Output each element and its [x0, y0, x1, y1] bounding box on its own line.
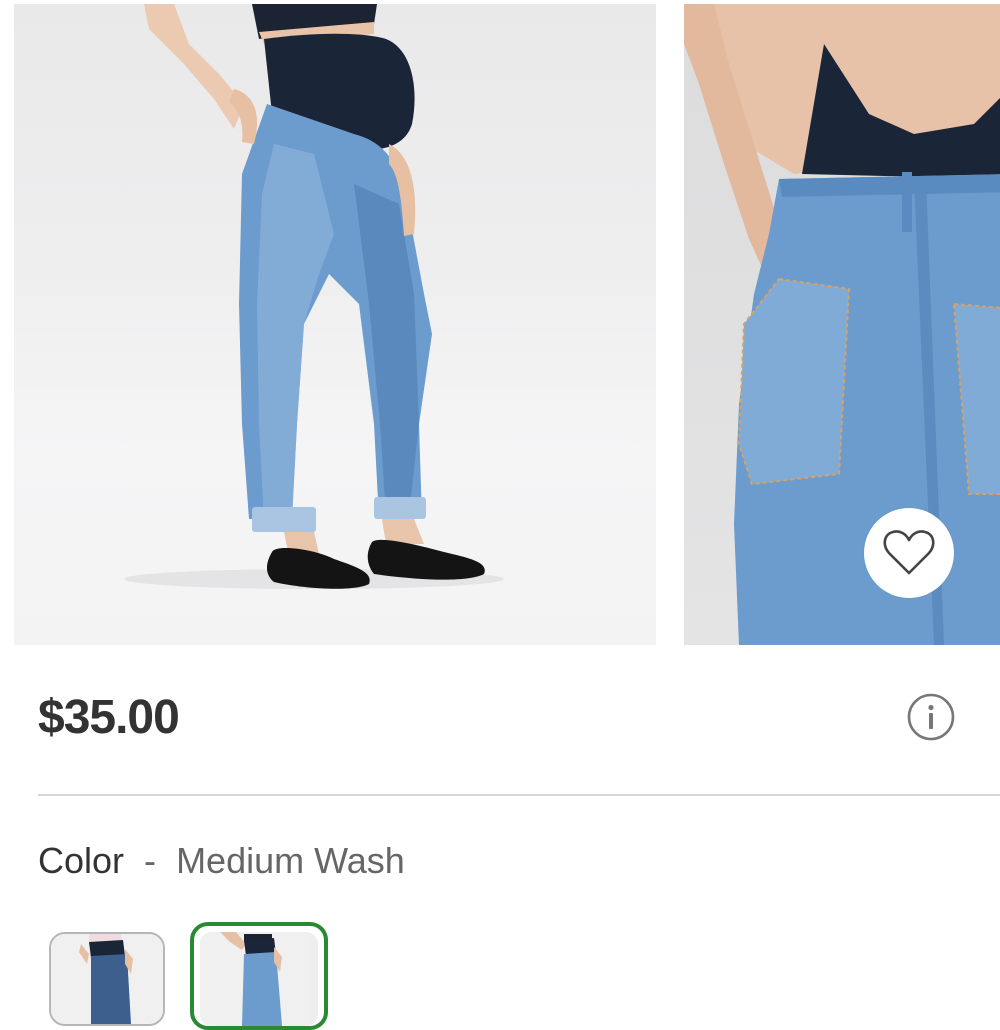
section-divider	[38, 794, 1000, 796]
info-icon	[907, 693, 955, 741]
price-info-button[interactable]	[907, 693, 955, 741]
product-image-carousel[interactable]	[0, 0, 1000, 646]
favorite-button[interactable]	[864, 508, 954, 598]
swatch-thumbnail-frame	[200, 932, 318, 1026]
product-photo-front[interactable]	[14, 4, 656, 645]
color-swatch-dark-wash[interactable]	[49, 932, 165, 1026]
swatch-thumbnail	[51, 934, 163, 1024]
product-price: $35.00	[38, 691, 180, 744]
heart-icon	[883, 530, 935, 575]
color-label: Color	[38, 840, 125, 881]
color-separator: -	[144, 840, 157, 881]
selected-color-value: Medium Wash	[176, 840, 405, 881]
color-swatch-medium-wash-selected[interactable]	[190, 922, 328, 1030]
swatch-thumbnail	[200, 932, 310, 1026]
front-view-illustration	[124, 4, 504, 589]
color-selection-label: Color - Medium Wash	[38, 840, 405, 882]
